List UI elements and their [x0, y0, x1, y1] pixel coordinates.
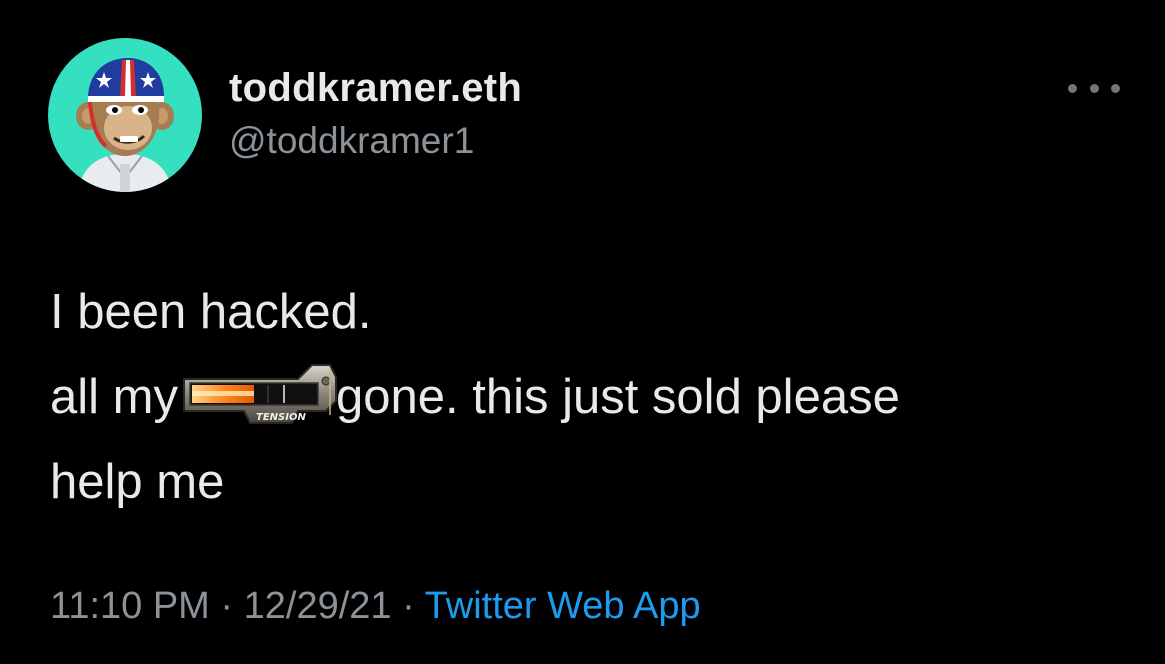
more-horizontal-icon[interactable] — [1068, 78, 1120, 98]
tension-meter-sticker-icon: TENSION — [180, 351, 340, 431]
more-dot-3 — [1111, 83, 1120, 93]
tweet-time[interactable]: 11:10 PM — [50, 585, 210, 627]
tweet-line-1: I been hacked. — [50, 285, 372, 339]
tweet-line-2-end: gone. this just sold please — [335, 370, 900, 424]
author-handle[interactable]: @toddkramer1 — [229, 120, 474, 162]
tweet-meta: 11:10 PM · 12/29/21 · Twitter Web App — [50, 585, 701, 628]
meta-separator-1: · — [209, 585, 244, 627]
tweet-text: I been hacked. all my TENSION gone. this… — [50, 270, 1140, 525]
tweet-source-link[interactable]: Twitter Web App — [425, 585, 701, 627]
more-dot-1 — [1068, 83, 1077, 93]
meta-separator-2: · — [391, 585, 425, 627]
tweet-card: toddkramer.eth @toddkramer1 I been hacke… — [0, 0, 1165, 664]
more-dot-2 — [1089, 83, 1099, 93]
author-display-name[interactable]: toddkramer.eth — [229, 66, 522, 111]
tweet-line-2: all my TENSION gone. this just sold plea… — [50, 355, 1140, 440]
bored-ape-avatar-icon[interactable] — [48, 38, 202, 192]
sticker-label: TENSION — [256, 412, 306, 423]
tweet-line-3: help me — [50, 455, 225, 509]
tweet-line-2-start: all my — [50, 370, 178, 424]
tweet-date[interactable]: 12/29/21 — [244, 585, 392, 627]
